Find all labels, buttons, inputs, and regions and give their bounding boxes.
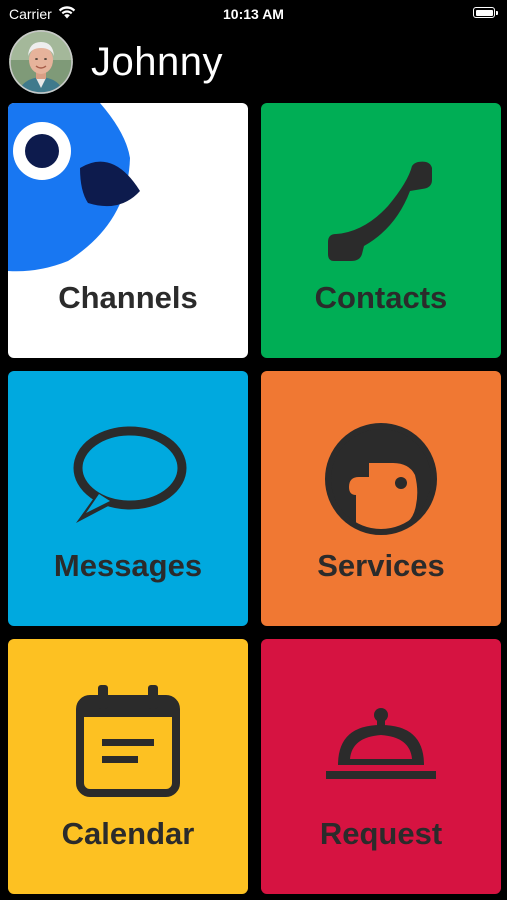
user-name: Johnny [91,39,223,84]
header: Johnny [9,28,498,96]
battery-icon [473,7,498,18]
status-time: 10:13 AM [223,6,284,22]
speech-bubble-icon [66,423,190,534]
user-avatar[interactable] [9,30,73,94]
tile-channels[interactable]: Channels [8,103,248,358]
tile-label-services: Services [317,548,445,583]
tile-label-request: Request [319,816,443,851]
tile-label-channels: Channels [58,280,198,315]
tile-contacts[interactable]: Contacts [261,103,501,358]
phone-icon [326,158,436,268]
tile-label-messages: Messages [53,548,203,583]
status-bar: Carrier 10:13 AM [0,0,507,28]
service-bell-icon [324,705,438,790]
tile-label-contacts: Contacts [314,280,448,315]
tile-request[interactable]: Request [261,639,501,894]
tile-calendar[interactable]: Calendar [8,639,248,894]
home-screen: Carrier 10:13 AM Johnny Channels Contact… [0,0,507,900]
tile-services[interactable]: Services [261,371,501,626]
tile-messages[interactable]: Messages [8,371,248,626]
app-grid: Channels Contacts Messages Services Cale… [8,103,501,894]
tile-label-calendar: Calendar [61,816,195,851]
calendar-icon [76,683,180,802]
face-icon [323,421,439,542]
